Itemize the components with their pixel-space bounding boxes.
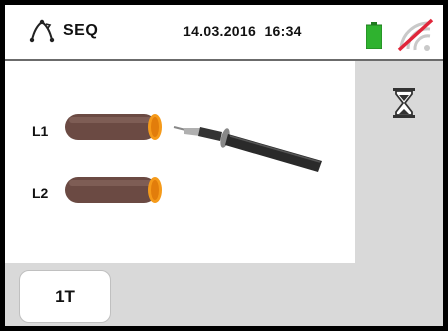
softkey-1t[interactable]: 1T xyxy=(19,270,111,323)
wire-label-l1: L1 xyxy=(32,123,49,139)
battery-icon xyxy=(366,22,382,49)
wire-l2 xyxy=(65,177,162,203)
wire-label-l2: L2 xyxy=(32,185,49,201)
phase-sequence-icon xyxy=(29,19,55,43)
wifi-disabled-icon xyxy=(397,18,434,52)
status-bar: SEQ 14.03.2016 16:34 xyxy=(5,5,443,61)
hourglass-icon xyxy=(393,88,415,118)
wire-l1 xyxy=(65,114,162,140)
test-probe-icon xyxy=(173,126,322,172)
instrument-screen: SEQ 14.03.2016 16:34 L1 L2 1T xyxy=(5,5,443,326)
measurement-area: L1 L2 xyxy=(5,61,355,263)
mode-label: SEQ xyxy=(63,22,99,39)
mode-indicator: SEQ xyxy=(29,19,98,43)
date-time: 14.03.2016 16:34 xyxy=(183,23,302,39)
